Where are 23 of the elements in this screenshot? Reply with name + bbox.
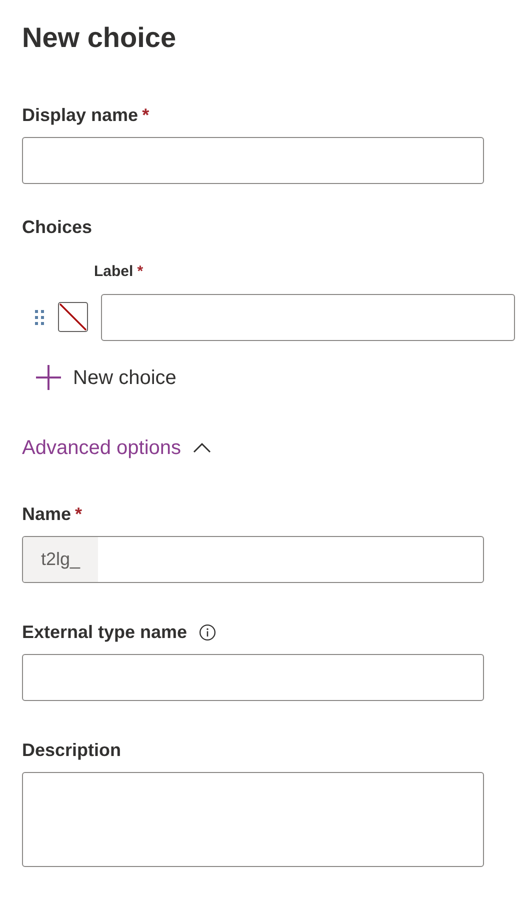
description-field[interactable] [22, 772, 484, 866]
advanced-options-toggle[interactable]: Advanced options [22, 432, 212, 462]
field-label: External type name [22, 620, 188, 644]
name-field[interactable]: t2lg_ [22, 536, 484, 582]
column-label: Label [94, 262, 134, 282]
no-color-swatch[interactable] [58, 302, 88, 332]
field-label: Description [22, 738, 122, 762]
field-label: Name [22, 502, 72, 526]
info-icon[interactable] [199, 624, 216, 640]
display-name-field[interactable] [22, 137, 484, 184]
field-label: Display name [22, 104, 138, 127]
plus-icon [36, 365, 61, 390]
choice-label-field[interactable] [101, 294, 515, 340]
required-asterisk: * [75, 502, 82, 526]
external-type-name-field[interactable] [22, 654, 484, 700]
required-asterisk: * [137, 262, 144, 282]
new-choice-button[interactable]: New choice [36, 362, 176, 392]
chevron-up-icon [193, 442, 212, 452]
name-prefix: t2lg_ [23, 536, 98, 582]
drag-handle-icon[interactable] [35, 310, 46, 324]
required-asterisk: * [142, 104, 150, 127]
panel-title: New choice [22, 21, 178, 55]
section-heading: Choices [22, 216, 94, 239]
